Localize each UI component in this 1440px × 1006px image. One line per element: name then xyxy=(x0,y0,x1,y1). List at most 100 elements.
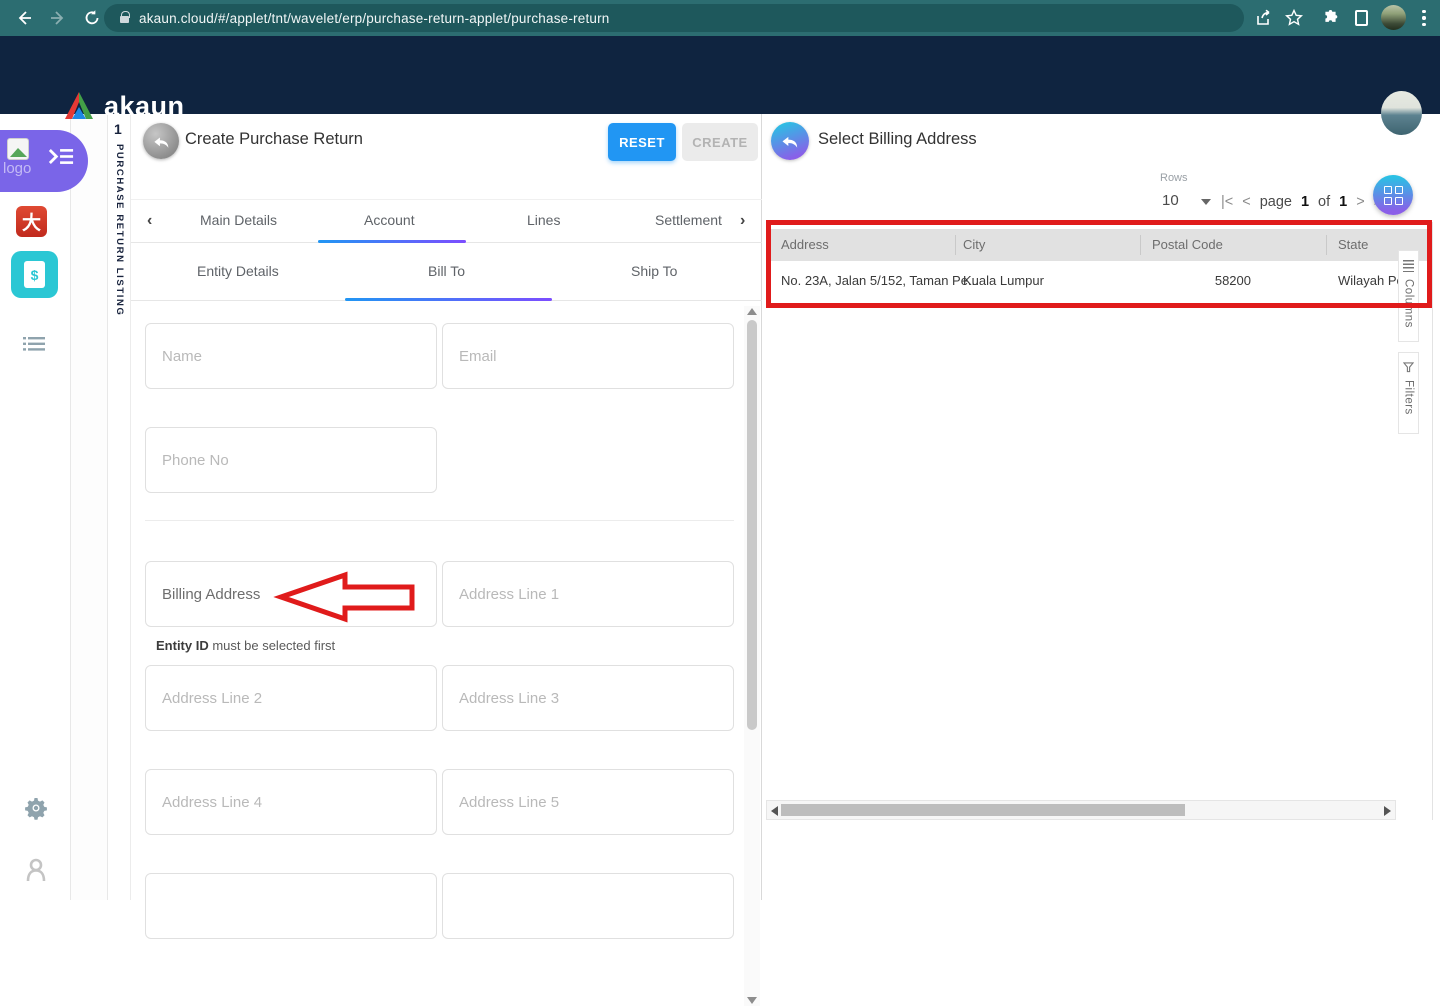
filters-label: Filters xyxy=(1403,380,1415,415)
browser-profile-avatar[interactable] xyxy=(1381,5,1406,30)
scroll-down-icon[interactable] xyxy=(747,997,757,1004)
app-header: akaun xyxy=(0,36,1440,114)
page-title: Create Purchase Return xyxy=(185,130,363,149)
brand-name: akaun xyxy=(104,91,185,122)
page-word: page xyxy=(1260,194,1292,210)
address-line-1-field[interactable]: Address Line 1 xyxy=(442,561,734,627)
table-header: Address City Postal Code State xyxy=(771,229,1427,261)
section-divider xyxy=(145,520,734,521)
tab-lines[interactable]: Lines xyxy=(527,212,560,228)
form-scroll-thumb[interactable] xyxy=(747,320,757,730)
picker-title: Select Billing Address xyxy=(818,130,977,149)
tab-settlement[interactable]: Settlement xyxy=(655,212,722,228)
app-sidebar: logo 大 $ xyxy=(0,114,71,900)
settings-gear-icon[interactable] xyxy=(24,796,48,825)
address-extra-field-left[interactable] xyxy=(145,873,437,939)
scroll-left-icon[interactable] xyxy=(771,806,778,816)
cell-city: Kuala Lumpur xyxy=(963,273,1044,288)
email-field[interactable]: Email xyxy=(442,323,734,389)
table-row[interactable]: No. 23A, Jalan 5/152, Taman Pe... Kuala … xyxy=(771,261,1427,301)
subtab-ship-to[interactable]: Ship To xyxy=(631,263,677,279)
billing-address-field[interactable]: Billing Address xyxy=(145,561,437,627)
rows-dropdown-icon[interactable] xyxy=(1201,199,1211,205)
filters-side-tab[interactable]: Filters xyxy=(1398,352,1419,434)
purchase-return-listing-rail[interactable]: 1 PURCHASE RETURN LISTING xyxy=(108,114,131,900)
col-state[interactable]: State xyxy=(1338,237,1368,252)
tabs-prev-icon[interactable]: ‹ xyxy=(147,212,152,230)
active-subtab-underline xyxy=(345,298,552,301)
address-extra-field-right[interactable] xyxy=(442,873,734,939)
broken-image-icon xyxy=(7,138,29,160)
next-page-button[interactable]: > xyxy=(1356,194,1364,210)
grid-view-button[interactable] xyxy=(1373,175,1413,215)
extensions-puzzle-icon[interactable] xyxy=(1318,6,1342,30)
akaun-logo[interactable]: akaun xyxy=(62,90,185,122)
url-text: akaun.cloud/#/applet/tnt/wavelet/erp/pur… xyxy=(139,11,610,26)
list-menu-icon[interactable] xyxy=(23,336,45,357)
rail-badge: 1 xyxy=(114,121,122,137)
form-vertical-scrollbar[interactable] xyxy=(744,306,760,1006)
back-button[interactable] xyxy=(143,123,179,159)
browser-forward-icon[interactable] xyxy=(46,6,70,30)
reset-button[interactable]: RESET xyxy=(608,123,676,161)
address-line-5-field[interactable]: Address Line 5 xyxy=(442,769,734,835)
col-city[interactable]: City xyxy=(963,237,985,252)
lock-icon xyxy=(120,16,129,23)
scroll-right-icon[interactable] xyxy=(1384,806,1391,816)
tabs-next-icon[interactable]: › xyxy=(740,212,745,230)
profile-person-icon[interactable] xyxy=(25,858,47,887)
create-button[interactable]: CREATE xyxy=(682,123,758,161)
address-line-3-field[interactable]: Address Line 3 xyxy=(442,665,734,731)
tenant-logo-pill[interactable]: logo xyxy=(0,130,88,192)
share-icon[interactable] xyxy=(1252,6,1276,30)
column-separator xyxy=(1326,235,1327,255)
table-vertical-scroll-track xyxy=(1432,222,1433,820)
bookmark-star-icon[interactable] xyxy=(1282,6,1306,30)
reply-arrow-icon xyxy=(152,132,171,151)
cell-address: No. 23A, Jalan 5/152, Taman Pe... xyxy=(781,273,979,288)
create-purchase-return-panel: Create Purchase Return RESET CREATE ‹ Ma… xyxy=(131,114,762,900)
subtab-entity-details[interactable]: Entity Details xyxy=(197,263,279,279)
col-postal-code[interactable]: Postal Code xyxy=(1152,237,1223,252)
picker-back-button[interactable] xyxy=(771,122,809,160)
browser-menu-icon[interactable] xyxy=(1412,6,1436,30)
sidebar-gutter xyxy=(71,114,108,900)
name-field[interactable]: Name xyxy=(145,323,437,389)
hscroll-thumb[interactable] xyxy=(781,804,1185,816)
rows-per-page-select[interactable]: 10 xyxy=(1162,192,1179,209)
akaun-triangle-icon xyxy=(62,90,96,122)
tab-account[interactable]: Account xyxy=(364,212,415,228)
sidebar-expand-icon[interactable] xyxy=(48,148,74,170)
main-tabbar: ‹ Main Details Account Lines Settlement … xyxy=(131,199,762,243)
column-separator xyxy=(1140,235,1141,255)
tab-main-details[interactable]: Main Details xyxy=(200,212,277,228)
columns-side-tab[interactable]: Columns xyxy=(1398,250,1419,342)
table-horizontal-scrollbar[interactable] xyxy=(766,800,1396,820)
grid-icon xyxy=(1384,186,1403,205)
prev-page-button[interactable]: < xyxy=(1242,194,1250,210)
logo-placeholder-text: logo xyxy=(3,160,31,177)
rail-label: PURCHASE RETURN LISTING xyxy=(114,144,125,316)
scroll-up-icon[interactable] xyxy=(747,308,757,315)
col-address[interactable]: Address xyxy=(781,237,829,252)
address-line-2-field[interactable]: Address Line 2 xyxy=(145,665,437,731)
subtab-bill-to[interactable]: Bill To xyxy=(428,263,465,279)
sidebar-app-icon-invoice[interactable]: $ xyxy=(11,251,58,298)
cell-postal-code: 58200 xyxy=(1071,273,1251,288)
address-line-4-field[interactable]: Address Line 4 xyxy=(145,769,437,835)
browser-tab-icon[interactable] xyxy=(1349,6,1373,30)
browser-refresh-icon[interactable] xyxy=(80,6,104,30)
reply-arrow-icon xyxy=(780,131,800,151)
address-bar[interactable]: akaun.cloud/#/applet/tnt/wavelet/erp/pur… xyxy=(104,4,1244,32)
dollar-doc-icon: $ xyxy=(24,261,45,288)
phone-field[interactable]: Phone No xyxy=(145,427,437,493)
columns-label: Columns xyxy=(1403,279,1415,328)
sidebar-app-icon-da[interactable]: 大 xyxy=(16,206,47,237)
sub-tabbar: Entity Details Bill To Ship To xyxy=(131,243,762,301)
user-avatar[interactable] xyxy=(1381,91,1422,135)
columns-icon xyxy=(1403,260,1414,272)
first-page-button[interactable]: |< xyxy=(1221,194,1233,210)
select-billing-address-panel: Select Billing Address Rows 10 |< < page… xyxy=(763,114,1440,900)
browser-back-icon[interactable] xyxy=(12,6,36,30)
rows-label: Rows xyxy=(1160,172,1188,184)
